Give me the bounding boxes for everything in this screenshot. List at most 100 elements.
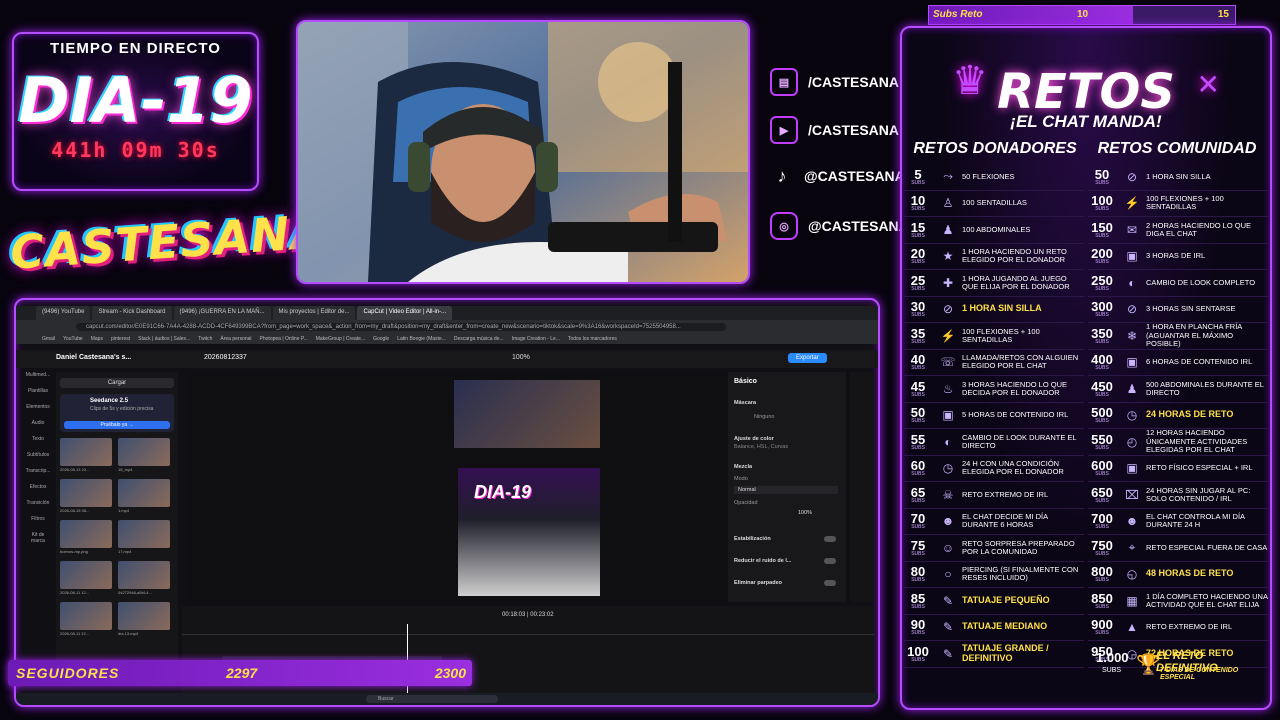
logo-text: CASTESANA [8,203,329,280]
preview-clip-bottom[interactable]: DIA-19 [458,468,600,596]
rail-item[interactable]: Elementos [24,404,52,410]
reto-row: 25 SUBS ✚ 1 HORA JUGANDO AL JUEGO QUE ELIJA… [904,270,1084,297]
tattoo-icon: ✎ [942,620,954,635]
instagram-icon: ◎ [770,212,798,240]
bookmark[interactable]: MakeGroup | Create... [316,334,365,344]
reto-unit: SUBS [1095,577,1109,584]
rail-item[interactable]: Plantillas [24,388,52,394]
media-thumb[interactable]: 2026-08-11 12... [60,561,112,595]
reto-threshold: 10 SUBS [904,194,932,212]
reto-unit: SUBS [1095,206,1109,213]
thumb-label: buenos-mp.png [60,549,88,554]
followers-current: 2297 [226,665,258,681]
rail-item[interactable]: Kit de marca [24,532,52,544]
reto-text: 50 FLEXIONES [962,171,1015,181]
address-bar: capcut.com/editor/E0E91C66-7A4A-4288-ACD… [16,320,878,334]
rail-item[interactable]: Transición [24,500,52,506]
reto-number: 650 [1091,484,1113,500]
rail-item[interactable]: Multimed... [24,372,52,378]
rail-item[interactable]: Texto [24,436,52,442]
no-chair-icon: ⊘ [1126,302,1138,317]
rail-item[interactable]: Efectos [24,484,52,490]
browser-tab[interactable]: Mis proyectos | Editor de... [272,306,356,320]
subs-goal-bar: Subs Reto 10 15 [928,5,1236,25]
project-name[interactable]: Daniel Castesana's s... [56,354,131,361]
reto-number: 75 [910,537,926,553]
reto-threshold: 65 SUBS [904,486,932,504]
timer-heading: TIEMPO EN DIRECTO [50,40,221,57]
bookmark[interactable]: Descarga música de... [454,334,504,344]
promo-card: Seedance 2.5 Clips de 5s y edición preci… [60,394,174,432]
rail-item[interactable]: Subtítulos [24,452,52,458]
reto-row: 70 SUBS ☻ EL CHAT DECIDE MI DÍA DURANTE 6 H… [904,509,1084,535]
rail-item[interactable]: Filtros [24,516,52,522]
zoom-level[interactable]: 100% [512,354,530,361]
browser-tab[interactable]: (9496) ¡GUERRA EN LA MAÑ... [173,306,271,320]
tiktok-handle: @CASTESANA [804,168,905,184]
bookmark[interactable]: Image Creation - Le... [512,334,560,344]
media-thumb[interactable]: 1.mp4 [118,479,170,513]
reto-row: 35 SUBS ⚡ 100 FLEXIONES + 100 SENTADILLAS [904,323,1084,350]
browser-tab[interactable]: Stream - Kick Dashboard [92,306,172,320]
reto-row: 550 SUBS ◴ 12 HORAS HACIENDO ÚNICAMENTE ACT… [1088,429,1268,456]
bookmark[interactable]: Maps [91,334,103,344]
abs-icon: ♟ [1126,381,1138,396]
mode-select[interactable]: Normal [734,486,838,494]
media-thumb[interactable]: día 13.mp4 [118,602,170,636]
social-youtube: ▶ /CASTESANA [770,116,899,144]
taskbar-search[interactable]: Buscar [366,695,498,703]
reto-text: RETO EXTREMO DE IRL [1146,622,1233,632]
reto-number: 45 [910,378,926,394]
reto-row: 250 SUBS ◐ CAMBIO DE LOOK COMPLETO [1088,270,1268,297]
reto-row: 85 SUBS ✎ TATUAJE PEQUEÑO [904,588,1084,615]
rail-item[interactable]: Transcrip... [24,468,52,474]
bookmark[interactable]: Área personal [220,334,251,344]
timeline-ruler[interactable] [182,626,874,635]
bookmark[interactable]: YouTube [63,334,83,344]
reto-threshold: 75 SUBS [904,539,932,557]
media-thumb[interactable]: buenos-mp.png [60,520,112,554]
media-thumb[interactable]: 2026-08-11 12... [60,602,112,636]
media-thumb[interactable]: 04272946-a5t4-4... [118,561,170,595]
media-thumb[interactable]: 2026-08-15 08... [60,479,112,513]
bookmark[interactable]: Todos los marcadores [568,334,617,344]
export-button[interactable]: Exportar [788,353,827,363]
bookmark[interactable]: Gmail [42,334,55,344]
48h-icon: ◵ [1126,567,1138,582]
hair-icon: ◐ [944,434,952,449]
reto-threshold: 100 SUBS [1088,194,1116,212]
upload-button[interactable]: Cargar [60,378,174,388]
promo-button[interactable]: Pruébalo ya → [64,421,170,429]
color-adjust-label[interactable]: Ajuste de color [734,436,774,442]
bookmark[interactable]: pinterest [111,334,130,344]
deflicker-toggle[interactable] [824,580,836,586]
reto-text: 3 HORAS SIN SENTARSE [1146,304,1236,314]
thumb-label: 18_mp4 [118,467,133,472]
reto-unit: SUBS [1095,312,1109,319]
bookmark[interactable]: Photopea | Online P... [260,334,308,344]
donadores-heading: RETOS DONADORES [913,140,1077,157]
browser-tab[interactable]: (9496) YouTube [36,306,91,320]
reto-row: 5 SUBS ⤳ 50 FLEXIONES [904,164,1084,191]
editor-right-rail [850,372,874,602]
bookmark[interactable]: Google [373,334,389,344]
stabilization-toggle[interactable] [824,536,836,542]
reto-unit: SUBS [911,338,925,345]
url-field[interactable]: capcut.com/editor/E0E91C66-7A4A-4288-ACD… [76,323,726,331]
media-thumb[interactable]: 17.mp4 [118,520,170,554]
bookmark[interactable]: Stack | áudios | Sales... [138,334,190,344]
bookmark[interactable]: Twitch [198,334,212,344]
rail-item[interactable]: Audio [24,420,52,426]
browser-tab-active[interactable]: CapCut | Video Editor | All-in-... [357,306,453,320]
denoise-toggle[interactable] [824,558,836,564]
media-thumb[interactable]: 2026-08-13 23... [60,438,112,472]
media-thumb[interactable]: 18_mp4 [118,438,170,472]
draft-name[interactable]: 20260812337 [204,354,247,361]
reto-threshold: 35 SUBS [904,327,932,345]
bookmark[interactable]: Latin Boogie (Maste... [397,334,446,344]
preview-clip-top[interactable] [454,380,600,448]
opacity-value[interactable]: 100% [798,510,812,516]
elapsed-time: 441h 09m 30s [51,138,220,162]
mask-value[interactable]: Ninguno [754,414,775,420]
subs-goal: 15 [1217,9,1229,20]
